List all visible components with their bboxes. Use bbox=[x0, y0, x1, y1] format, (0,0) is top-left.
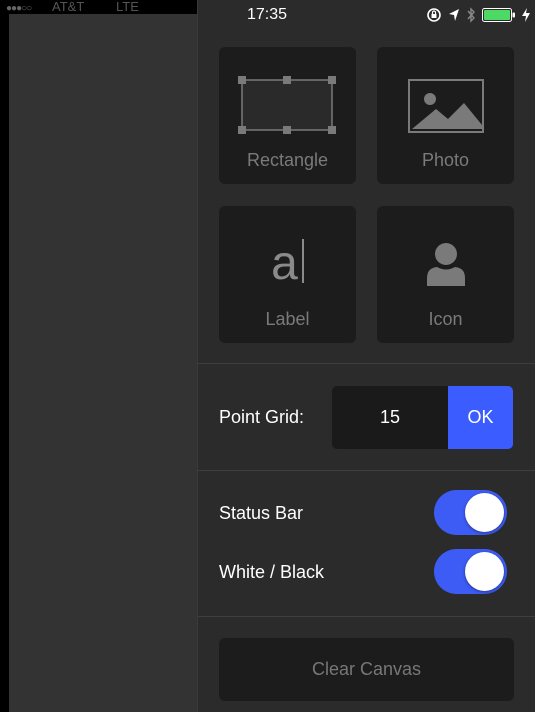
text-a-icon: a bbox=[219, 236, 356, 292]
orientation-lock-icon bbox=[427, 8, 441, 22]
divider bbox=[198, 363, 535, 364]
divider bbox=[198, 616, 535, 617]
status-icons bbox=[426, 7, 530, 23]
photo-label: Photo bbox=[421, 150, 470, 170]
rectangle-label: Rectangle bbox=[246, 150, 329, 170]
icon-label: Icon bbox=[428, 309, 463, 329]
label-label: Label bbox=[265, 309, 310, 329]
rectangle-icon bbox=[238, 76, 336, 134]
toggle-knob bbox=[465, 493, 504, 532]
status-bar-toggle-label: Status Bar bbox=[219, 503, 304, 523]
white-black-toggle[interactable] bbox=[434, 549, 507, 594]
canvas-status-bar: ●●●○○ AT&T LTE bbox=[0, 0, 197, 14]
label-tile[interactable]: a Label bbox=[219, 206, 356, 343]
divider bbox=[198, 470, 535, 471]
clear-canvas-button[interactable]: Clear Canvas bbox=[219, 638, 514, 701]
charging-bolt-icon bbox=[522, 8, 530, 22]
location-arrow-icon bbox=[449, 9, 459, 21]
battery-icon bbox=[482, 8, 516, 22]
left-edge bbox=[0, 0, 9, 712]
bluetooth-icon bbox=[467, 7, 475, 23]
toggle-knob bbox=[465, 552, 504, 591]
carrier-name: AT&T bbox=[52, 0, 85, 14]
icon-tile[interactable]: Icon bbox=[377, 206, 514, 343]
status-time: 17:35 bbox=[246, 6, 288, 23]
white-black-toggle-label: White / Black bbox=[219, 562, 325, 582]
status-bar-toggle[interactable] bbox=[434, 490, 507, 535]
person-icon bbox=[427, 243, 465, 286]
rectangle-tile[interactable]: Rectangle bbox=[219, 47, 356, 184]
point-grid-input[interactable]: 15 bbox=[332, 386, 448, 449]
text-cursor bbox=[301, 239, 304, 283]
text-a-glyph: a bbox=[271, 237, 298, 290]
photo-tile[interactable]: Photo bbox=[377, 47, 514, 184]
status-bar: 17:35 bbox=[198, 0, 535, 30]
photo-icon bbox=[408, 79, 484, 133]
ok-button[interactable]: OK bbox=[448, 386, 513, 449]
signal-dots-icon: ●●●○○ bbox=[6, 3, 32, 14]
canvas-preview[interactable] bbox=[9, 0, 197, 712]
settings-panel: 17:35 Rectangle Photo a Label Icon Point… bbox=[197, 0, 535, 712]
network-type: LTE bbox=[116, 0, 139, 14]
point-grid-label: Point Grid: bbox=[219, 407, 305, 427]
